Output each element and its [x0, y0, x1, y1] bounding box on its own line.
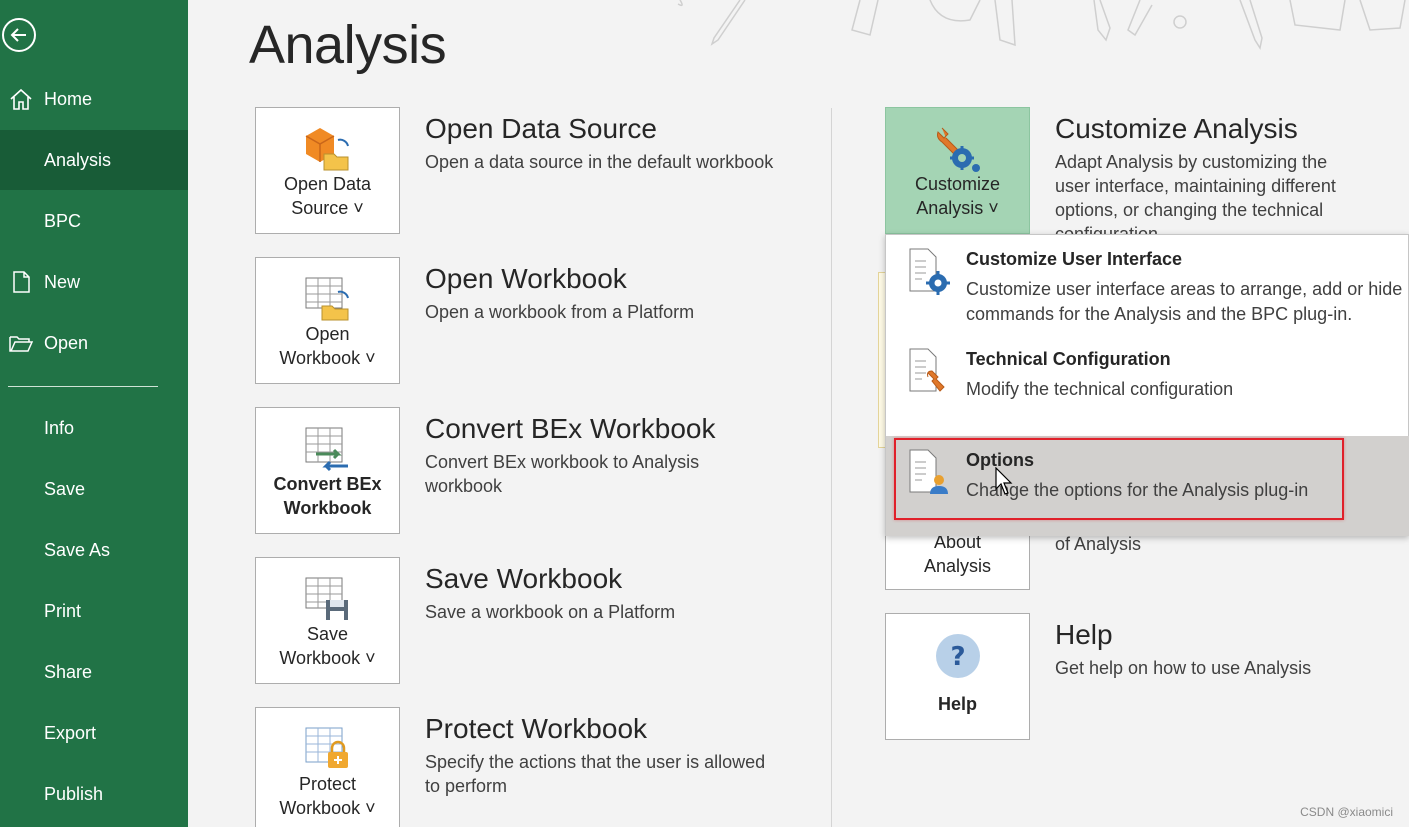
sidebar-item-label: Export	[44, 722, 97, 743]
menu-item-text: Customize user interface areas to arrang…	[966, 279, 1403, 324]
sidebar-item-analysis[interactable]: Analysis	[0, 130, 188, 190]
tile-label-line1: Open	[305, 324, 350, 344]
description-text: Adapt Analysis by customizing the user i…	[1055, 152, 1336, 234]
page-title: Analysis	[249, 15, 447, 75]
tile-label-line2: Analysis ˅	[916, 198, 999, 218]
description-text: Save a workbook on a Platform	[425, 602, 676, 622]
sidebar-item-label: Save	[44, 478, 86, 499]
description-title: Save Workbook	[425, 563, 623, 594]
sidebar-item-label: Save As	[44, 539, 111, 560]
protect-workbook-description: Protect Workbook Specify the actions tha…	[425, 710, 795, 798]
sidebar-item-export[interactable]: Export	[0, 703, 188, 763]
sidebar-item-bpc[interactable]: BPC	[0, 191, 188, 251]
technical-config-icon	[909, 348, 945, 392]
backstage-sidebar: Home Analysis BPC New Open Info Save Sav…	[0, 0, 188, 827]
sidebar-item-save-as[interactable]: Save As	[0, 520, 188, 580]
tile-label-line1: Convert BEx	[273, 474, 382, 494]
open-workbook-button[interactable]: Open Workbook ˅	[255, 257, 400, 384]
tile-label-line2: Workbook	[283, 498, 372, 518]
home-icon	[10, 88, 32, 110]
customize-analysis-icon	[937, 127, 980, 172]
sidebar-item-label: BPC	[44, 210, 82, 231]
mouse-cursor-icon	[995, 467, 1013, 495]
sidebar-divider	[8, 386, 158, 387]
tile-label-line2: Help	[937, 694, 977, 714]
watermark: CSDN @xiaomici	[1300, 805, 1393, 819]
sidebar-item-open[interactable]: Open	[0, 313, 188, 373]
description-title: Open Workbook	[425, 263, 627, 294]
sidebar-item-info[interactable]: Info	[0, 398, 188, 458]
sidebar-item-label: Analysis	[44, 149, 112, 170]
column-divider	[831, 108, 832, 827]
customize-analysis-description: Customize Analysis Adapt Analysis by cus…	[1055, 110, 1409, 234]
menu-item-customize-user-interface[interactable]: Customize User Interface Customize user …	[886, 235, 1409, 335]
new-doc-icon	[13, 271, 30, 293]
menu-item-text: Modify the technical configuration	[966, 379, 1234, 399]
description-text: Get help on how to use Analysis	[1055, 658, 1312, 678]
open-data-source-button[interactable]: Open Data Source ˅	[255, 107, 400, 234]
open-data-source-description: Open Data Source Open a data source in t…	[425, 110, 795, 174]
menu-item-text: Change the options for the Analysis plug…	[966, 480, 1309, 500]
menu-item-technical-configuration[interactable]: Technical Configuration Modify the techn…	[886, 335, 1409, 435]
tile-label-line2: Workbook ˅	[279, 648, 376, 668]
sidebar-item-home[interactable]: Home	[0, 69, 188, 129]
description-text: Specify the actions that the user is all…	[425, 752, 766, 796]
description-title: Customize Analysis	[1055, 113, 1298, 144]
description-text: Open a data source in the default workbo…	[425, 152, 774, 172]
sidebar-item-label: Open	[44, 332, 89, 353]
tile-label-line2: Analysis	[923, 556, 992, 576]
convert-bex-workbook-button[interactable]: Convert BEx Workbook	[255, 407, 400, 534]
tile-label-line1: Open Data	[283, 174, 372, 194]
sidebar-item-label: Home	[44, 88, 93, 109]
save-workbook-icon	[305, 577, 348, 620]
svg-text:?: ?	[950, 642, 965, 672]
tile-label-line2: Source ˅	[291, 198, 364, 218]
description-title: Help	[1055, 619, 1113, 650]
customize-analysis-menu: Customize User Interface Customize user …	[885, 234, 1409, 536]
sidebar-item-label: Print	[44, 600, 82, 621]
back-arrow-icon[interactable]	[2, 18, 36, 52]
help-button[interactable]: ? Help	[885, 613, 1030, 740]
tile-label-line1: Protect	[298, 774, 357, 794]
sidebar-item-publish[interactable]: Publish	[0, 764, 188, 824]
help-description: Help Get help on how to use Analysis	[1055, 616, 1409, 680]
tile-label-line2: Workbook ˅	[279, 798, 376, 818]
protect-workbook-icon	[305, 727, 348, 768]
menu-item-title: Technical Configuration	[966, 349, 1171, 369]
tile-label-line1: Save	[306, 624, 349, 644]
sidebar-item-label: New	[44, 271, 81, 292]
sidebar-item-label: Share	[44, 661, 93, 682]
open-workbook-description: Open Workbook Open a workbook from a Pla…	[425, 260, 795, 324]
sidebar-item-share[interactable]: Share	[0, 642, 188, 702]
customize-ui-icon	[909, 248, 950, 295]
customize-analysis-button[interactable]: Customize Analysis ˅	[885, 107, 1030, 234]
description-text: Convert BEx workbook to Analysis workboo…	[425, 452, 700, 496]
folder-open-icon	[9, 336, 34, 352]
description-title: Open Data Source	[425, 113, 657, 144]
menu-item-options[interactable]: Options Change the options for the Analy…	[886, 436, 1409, 536]
tile-label-line2: Workbook ˅	[279, 348, 376, 368]
save-workbook-description: Save Workbook Save a workbook on a Platf…	[425, 560, 795, 624]
sidebar-item-label: Publish	[44, 783, 104, 804]
convert-bex-description: Convert BEx Workbook Convert BEx workboo…	[425, 410, 795, 498]
open-workbook-icon	[305, 277, 349, 321]
description-title: Protect Workbook	[425, 713, 648, 744]
description-title: Convert BEx Workbook	[425, 413, 716, 444]
protect-workbook-button[interactable]: Protect Workbook ˅	[255, 707, 400, 827]
sidebar-item-save[interactable]: Save	[0, 459, 188, 519]
menu-item-title: Customize User Interface	[966, 249, 1183, 269]
sidebar-item-new[interactable]: New	[0, 252, 188, 312]
save-workbook-button[interactable]: Save Workbook ˅	[255, 557, 400, 684]
help-icon: ?	[936, 634, 980, 678]
sidebar-item-print[interactable]: Print	[0, 581, 188, 641]
hidden-tile-edge	[878, 272, 885, 448]
header-doodle-decoration	[677, 0, 1406, 50]
open-data-source-icon	[305, 128, 349, 171]
convert-workbook-icon	[305, 427, 348, 472]
tile-label-line1: Customize	[914, 174, 1001, 194]
options-icon	[909, 449, 948, 494]
sidebar-item-label: Info	[44, 417, 75, 438]
description-text: Open a workbook from a Platform	[425, 302, 695, 322]
